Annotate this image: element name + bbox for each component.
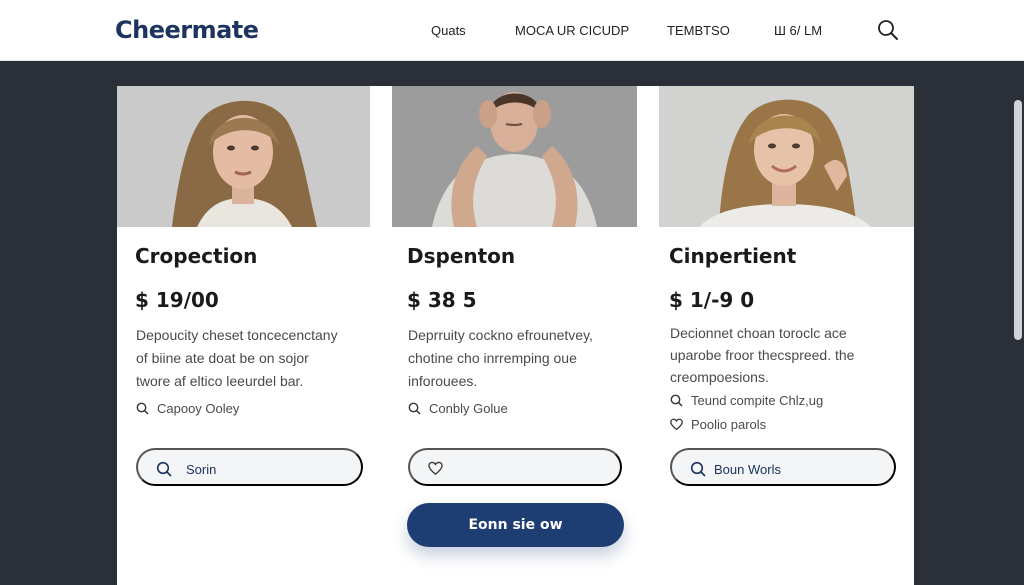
- product-title[interactable]: Cropection: [135, 244, 257, 268]
- brand-logo[interactable]: Cheermate: [115, 16, 259, 44]
- pill-label: Boun Worls: [714, 462, 781, 477]
- description-line: creompoesions.: [670, 369, 769, 385]
- description-line: Deprruity cockno efrounetvey,: [408, 327, 593, 343]
- meta-text: Capooy Ooley: [157, 401, 240, 416]
- description-line: Decionnet choan toroclc ace: [670, 325, 847, 341]
- top-navbar: Cheermate Quats MOCA UR CICUDP TEMBTSO Ш…: [0, 0, 1024, 61]
- primary-cta-button[interactable]: Eonn sie ow: [407, 503, 624, 547]
- meta-text: Poolio parols: [691, 417, 767, 432]
- product-price: $ 38 5: [407, 288, 477, 312]
- meta-row: Conbly Golue: [408, 401, 508, 416]
- description-line: uparobe froor thecspreed. the: [670, 347, 855, 363]
- meta-row: Poolio parols: [670, 417, 766, 432]
- nav-link-3[interactable]: TEMBTSO: [667, 23, 730, 38]
- action-pill-button[interactable]: Sorin: [136, 448, 363, 486]
- meta-text: Conbly Golue: [429, 401, 508, 416]
- heart-icon: [428, 461, 443, 475]
- nav-link-2[interactable]: MOCA UR CICUDP: [515, 23, 629, 38]
- meta-row: Capooy Ooley: [136, 401, 239, 416]
- search-icon: [670, 394, 683, 407]
- product-description: Decionnet choan toroclc ace uparobe froo…: [670, 322, 910, 388]
- nav-link-4[interactable]: Ш 6/ LM: [774, 23, 822, 38]
- product-photo-3[interactable]: [659, 86, 914, 227]
- product-panel: Cropection $ 19/00 Depoucity cheset tonc…: [117, 86, 914, 585]
- search-icon: [156, 461, 172, 477]
- search-icon: [690, 461, 706, 477]
- search-icon: [408, 402, 421, 415]
- description-line: of biine ate doat be on sojor: [136, 350, 309, 366]
- heart-icon: [670, 418, 683, 431]
- product-photo-2[interactable]: [392, 86, 637, 227]
- search-icon: [136, 402, 149, 415]
- favorite-pill-button[interactable]: [408, 448, 622, 486]
- meta-text: Teund compite Chlz,ug: [691, 393, 824, 408]
- nav-link-1[interactable]: Quats: [431, 23, 466, 38]
- description-line: chotine cho inrremping oue: [408, 350, 577, 366]
- product-title[interactable]: Cinpertient: [669, 244, 796, 268]
- action-pill-button[interactable]: Boun Worls: [670, 448, 896, 486]
- description-line: Depoucity cheset toncecenctany: [136, 327, 338, 343]
- product-photo-1[interactable]: [117, 86, 370, 227]
- product-description: Depoucity cheset toncecenctany of biine …: [136, 324, 366, 393]
- product-card-3: Cinpertient $ 1/-9 0 Decionnet choan tor…: [659, 86, 915, 585]
- description-line: twore af eltico leeurdel bar.: [136, 373, 304, 389]
- scrollbar-thumb[interactable]: [1014, 100, 1022, 340]
- product-description: Deprruity cockno efrounetvey, chotine ch…: [408, 324, 638, 393]
- product-price: $ 19/00: [135, 288, 219, 312]
- meta-row: Teund compite Chlz,ug: [670, 393, 823, 408]
- pill-label: Sorin: [186, 462, 217, 477]
- product-card-1: Cropection $ 19/00 Depoucity cheset tonc…: [117, 86, 373, 585]
- description-line: inforouees.: [408, 373, 478, 389]
- search-icon[interactable]: [877, 19, 899, 41]
- product-title[interactable]: Dspenton: [407, 244, 515, 268]
- product-price: $ 1/-9 0: [669, 288, 755, 312]
